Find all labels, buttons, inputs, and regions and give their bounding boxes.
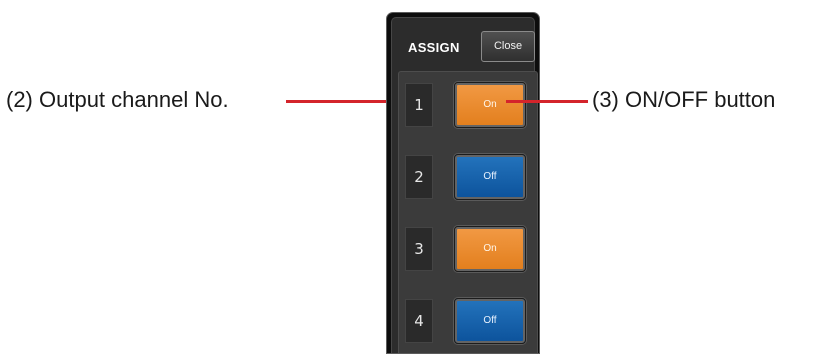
channel-list: 1 On 2 Off 3 On 4 Off: [398, 71, 538, 353]
output-channel-callout: (2) Output channel No.: [6, 87, 229, 112]
close-button[interactable]: Close: [481, 31, 535, 62]
channel-number: 4: [405, 299, 433, 343]
channel-row: 3 On: [399, 225, 537, 273]
channel-3-toggle-button[interactable]: On: [454, 226, 526, 272]
channel-number: 1: [405, 83, 433, 127]
panel-title: ASSIGN: [408, 40, 460, 55]
channel-4-toggle-button[interactable]: Off: [454, 298, 526, 344]
onoff-button-callout: (3) ON/OFF button: [592, 87, 776, 112]
channel-row: 4 Off: [399, 297, 537, 345]
channel-number: 3: [405, 227, 433, 271]
assign-panel-body: ASSIGN Close 1 On 2 Off 3 On 4 Off: [391, 17, 538, 353]
channel-number: 2: [405, 155, 433, 199]
channel-1-toggle-button[interactable]: On: [454, 82, 526, 128]
assign-panel: ASSIGN Close 1 On 2 Off 3 On 4 Off: [386, 12, 540, 354]
channel-row: 2 Off: [399, 153, 537, 201]
onoff-button-leader-line: [506, 100, 588, 103]
channel-2-toggle-button[interactable]: Off: [454, 154, 526, 200]
channel-row: 1 On: [399, 81, 537, 129]
